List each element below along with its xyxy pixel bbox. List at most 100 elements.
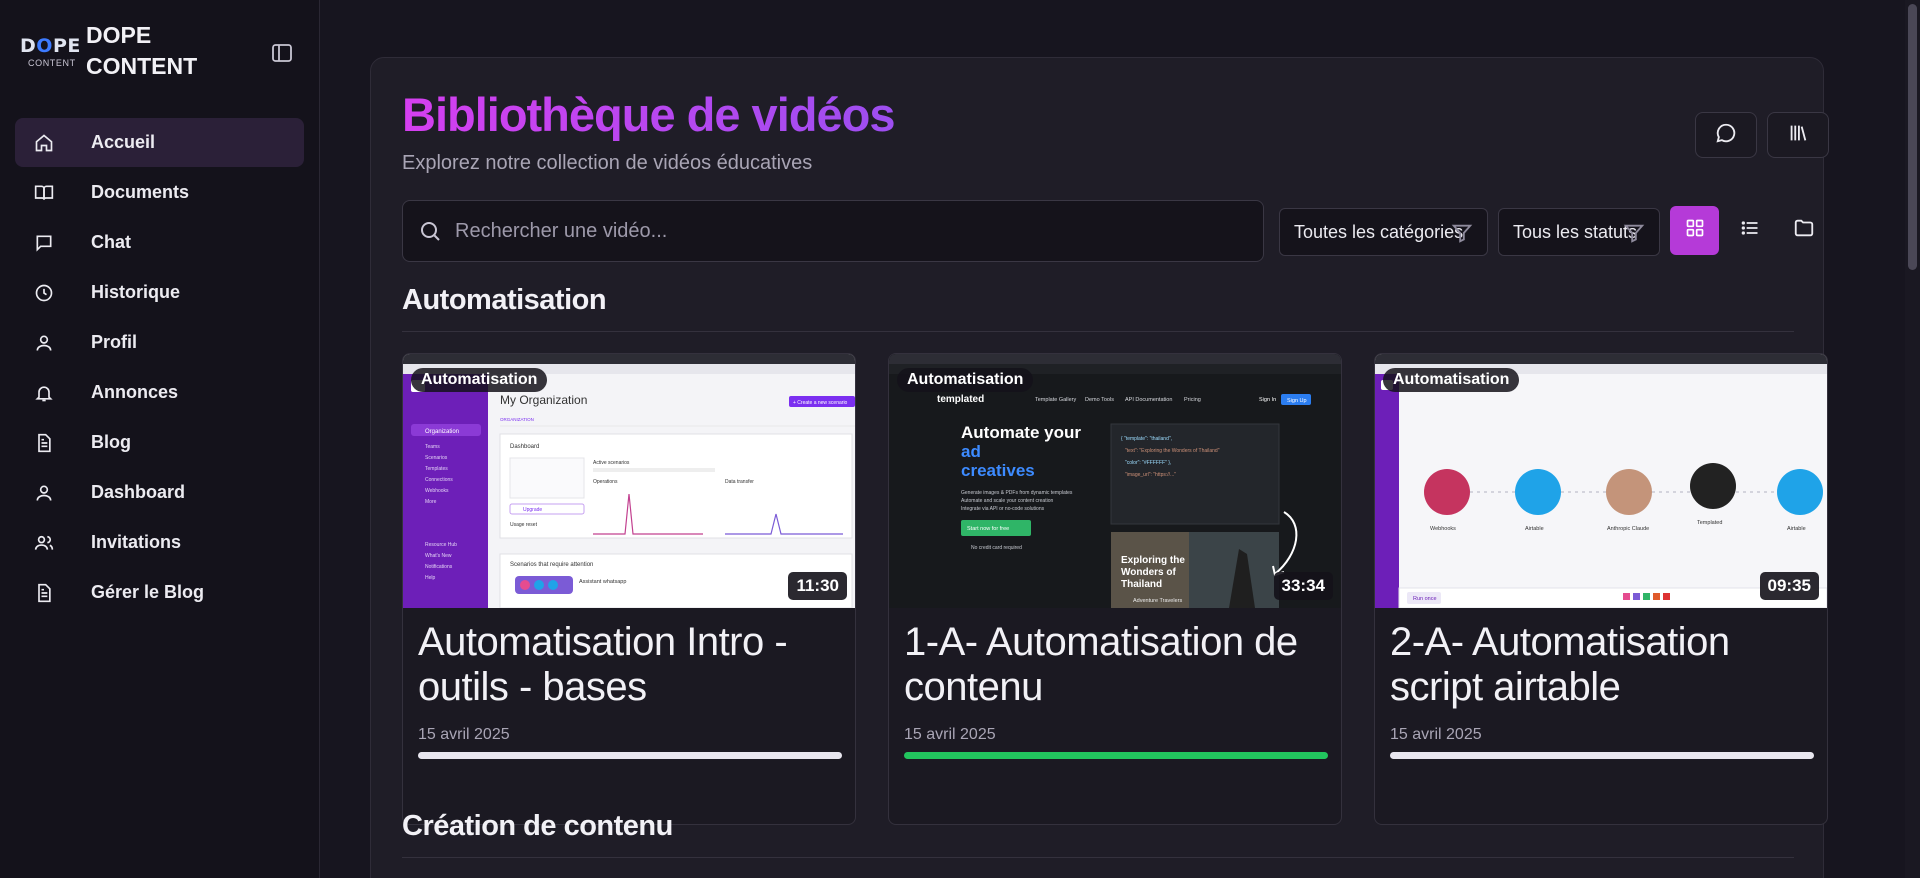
sidebar-item-chat[interactable]: Chat (15, 218, 304, 267)
sidebar-item-gerer-le-blog[interactable]: Gérer le Blog (15, 568, 304, 617)
status-filter-value: Tous les statuts (1513, 221, 1638, 242)
search-icon (417, 218, 443, 244)
svg-text:Exploring the: Exploring the (1121, 555, 1185, 566)
section-divider (402, 331, 1794, 332)
grid-icon (1685, 218, 1705, 243)
library-button[interactable] (1767, 112, 1829, 158)
section-divider (402, 857, 1794, 858)
video-card[interactable]: Organization Teams Scenarios Templates C… (402, 353, 856, 825)
video-card[interactable]: Webhooks Airtable Anthropic Claude Templ… (1374, 353, 1828, 825)
templated-site-screenshot: templated Template Gallery Demo Tools AP… (889, 354, 1341, 608)
sidebar-item-label: Chat (91, 232, 131, 252)
progress-bar (418, 752, 842, 759)
svg-text:Data transfer: Data transfer (725, 479, 754, 485)
svg-text:Assistant whatsapp: Assistant whatsapp (579, 579, 626, 585)
book-open-icon (33, 182, 55, 204)
status-filter-select[interactable]: Tous les statuts (1498, 208, 1660, 256)
video-date: 15 avril 2025 (418, 726, 510, 743)
video-date: 15 avril 2025 (1390, 726, 1482, 743)
progress-bar (1390, 752, 1814, 759)
svg-text:Airtable: Airtable (1525, 526, 1544, 532)
duration-badge: 33:34 (1273, 572, 1333, 600)
sidebar-item-documents[interactable]: Documents (15, 168, 304, 217)
brand[interactable]: DOPE CONTENT DOPE CONTENT (20, 20, 216, 82)
sidebar-item-label: Historique (91, 282, 181, 302)
sidebar-item-label: Annonces (91, 382, 179, 402)
svg-text:Sign In: Sign In (1259, 397, 1276, 403)
user-icon (33, 482, 55, 504)
sidebar-item-invitations[interactable]: Invitations (15, 518, 304, 567)
video-card[interactable]: templated Template Gallery Demo Tools AP… (888, 353, 1342, 825)
brand-name-line2: CONTENT (86, 53, 198, 79)
make-dashboard-screenshot: Organization Teams Scenarios Templates C… (403, 354, 855, 608)
sidebar-toggle-icon[interactable] (270, 42, 294, 64)
svg-text:ORGANIZATION: ORGANIZATION (500, 417, 534, 422)
sidebar-item-dashboard[interactable]: Dashboard (15, 468, 304, 517)
user-icon (33, 332, 55, 354)
svg-text:Templated: Templated (1697, 520, 1722, 526)
svg-text:Integrate via API or no-code s: Integrate via API or no-code solutions (961, 506, 1045, 512)
sidebar-item-historique[interactable]: Historique (15, 268, 304, 317)
sidebar-item-annonces[interactable]: Annonces (15, 368, 304, 417)
video-thumbnail[interactable]: Webhooks Airtable Anthropic Claude Templ… (1375, 354, 1827, 608)
svg-text:More: More (425, 499, 437, 505)
video-title[interactable]: Automatisation Intro - outils - bases (418, 620, 848, 710)
folder-icon (1793, 217, 1815, 244)
sidebar-item-label: Invitations (91, 532, 182, 552)
brand-name-line1: DOPE (86, 22, 152, 48)
bell-icon (33, 382, 55, 404)
list-icon (1740, 218, 1760, 243)
video-thumbnail[interactable]: Organization Teams Scenarios Templates C… (403, 354, 855, 608)
svg-text:Wonders of: Wonders of (1121, 567, 1176, 578)
sidebar: DOPE CONTENT DOPE CONTENT Accueil Docume… (0, 0, 320, 878)
category-filter-select[interactable]: Toutes les catégories (1279, 208, 1488, 256)
chat-button[interactable] (1695, 112, 1757, 158)
logo-subtext: CONTENT (28, 58, 76, 68)
brand-logo: DOPE CONTENT (20, 31, 80, 71)
svg-text:Generate images & PDFs from dy: Generate images & PDFs from dynamic temp… (961, 490, 1073, 496)
document-icon (33, 432, 55, 454)
sidebar-item-label: Documents (91, 182, 190, 202)
svg-text:No credit card required: No credit card required (971, 545, 1022, 551)
svg-text:{ "template": "thailand",: { "template": "thailand", (1121, 436, 1172, 442)
svg-text:Notifications: Notifications (425, 564, 453, 570)
svg-text:ad: ad (961, 442, 981, 461)
page-scrollbar[interactable] (1905, 0, 1920, 878)
svg-text:Thailand: Thailand (1121, 579, 1162, 590)
sidebar-item-blog[interactable]: Blog (15, 418, 304, 467)
sidebar-item-accueil[interactable]: Accueil (15, 118, 304, 167)
svg-text:API Documentation: API Documentation (1125, 397, 1172, 403)
scrollbar-thumb[interactable] (1908, 4, 1917, 270)
svg-text:Pricing: Pricing (1184, 397, 1201, 403)
video-title[interactable]: 1-A- Automatisation de contenu (904, 620, 1334, 710)
chat-bubble-icon (33, 232, 55, 254)
sidebar-item-label: Profil (91, 332, 138, 352)
svg-text:creatives: creatives (961, 461, 1035, 480)
library-icon (1787, 122, 1809, 149)
svg-text:My Organization: My Organization (500, 393, 587, 407)
svg-text:"image_url": "https://...": "image_url": "https://..." (1125, 472, 1176, 478)
search-input[interactable] (455, 219, 1235, 243)
svg-text:Adventure Travelers: Adventure Travelers (1133, 598, 1182, 604)
clock-icon (33, 282, 55, 304)
svg-text:Dashboard: Dashboard (510, 444, 539, 450)
sidebar-item-label: Accueil (91, 132, 156, 152)
svg-text:Scenarios: Scenarios (425, 455, 448, 461)
search-box[interactable] (402, 200, 1264, 262)
grid-view-button[interactable] (1670, 206, 1719, 255)
sidebar-item-profil[interactable]: Profil (15, 318, 304, 367)
folder-view-button[interactable] (1779, 206, 1828, 255)
duration-badge: 11:30 (788, 572, 847, 600)
svg-text:Usage reset: Usage reset (510, 522, 538, 528)
svg-text:templated: templated (937, 394, 984, 405)
page-subtitle: Explorez notre collection de vidéos éduc… (402, 152, 813, 174)
category-badge: Automatisation (1383, 368, 1520, 392)
video-date: 15 avril 2025 (904, 726, 996, 743)
sidebar-item-label: Gérer le Blog (91, 582, 205, 602)
svg-text:Webhooks: Webhooks (1430, 526, 1456, 532)
video-title[interactable]: 2-A- Automatisation script airtable (1390, 620, 1820, 710)
list-view-button[interactable] (1725, 206, 1774, 255)
video-thumbnail[interactable]: templated Template Gallery Demo Tools AP… (889, 354, 1341, 608)
users-icon (33, 532, 55, 554)
brand-name: DOPE CONTENT (86, 20, 216, 82)
